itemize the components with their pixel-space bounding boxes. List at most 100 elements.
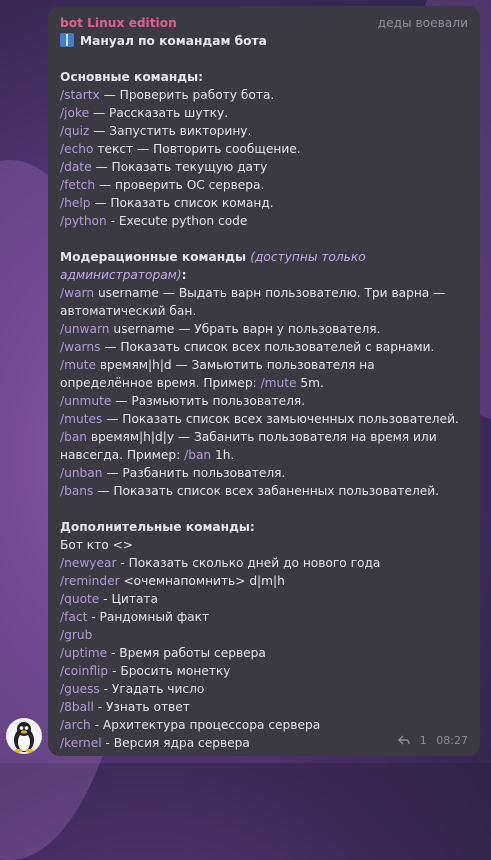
command-link[interactable]: /warns <box>60 340 100 354</box>
section-heading: Модерационные команды (доступны только а… <box>60 250 366 282</box>
command-description: — проверить ОС сервера. <box>95 178 265 192</box>
command-description: - Рандомный факт <box>87 610 210 624</box>
command-link[interactable]: /startx <box>60 88 100 102</box>
bot-avatar[interactable] <box>6 718 42 754</box>
command-line: /ban времям|h|d|y — Забанить пользовател… <box>60 428 468 464</box>
command-link[interactable]: /mute <box>60 358 96 372</box>
command-link[interactable]: /fetch <box>60 178 95 192</box>
command-description: — Показать список всех пользователей с в… <box>100 340 435 354</box>
command-link[interactable]: /date <box>60 160 92 174</box>
command-link[interactable]: /mutes <box>60 412 102 426</box>
command-link[interactable]: /mute <box>261 376 297 390</box>
command-line: /date — Показать текущую дату <box>60 158 468 176</box>
command-argument: времям|h|d <box>95 358 172 372</box>
command-line: /mutes — Показать список всех замьюченны… <box>60 410 468 428</box>
command-description: — Рассказать шутку. <box>89 106 229 120</box>
command-link[interactable]: /echo <box>60 142 94 156</box>
command-argument: времям|h|d|y <box>87 430 175 444</box>
command-description: — Повторить сообщение. <box>133 142 301 156</box>
command-link[interactable]: /arch <box>60 718 91 732</box>
command-line: /coinflip - Бросить монетку <box>60 662 468 680</box>
command-description: - Показать сколько дней до нового года <box>116 556 381 570</box>
message-footer: 1 08:27 <box>398 732 468 750</box>
command-link[interactable]: /newyear <box>60 556 117 570</box>
command-line: Бот кто <> <box>60 536 468 554</box>
command-line: /fact - Рандомный факт <box>60 608 468 626</box>
command-link[interactable]: /ban <box>184 448 211 462</box>
command-link[interactable]: /reminder <box>60 574 120 588</box>
sender-tag: деды воевали <box>377 16 468 30</box>
command-link[interactable]: /python <box>60 214 107 228</box>
command-description: 1h. <box>211 448 235 462</box>
section-heading-text: Основные команды: <box>60 70 204 84</box>
command-description: — Убрать варн у пользователя. <box>174 322 381 336</box>
command-description: - Цитата <box>99 592 158 606</box>
command-line: /echo текст — Повторить сообщение. <box>60 140 468 158</box>
command-link[interactable]: /quiz <box>60 124 89 138</box>
command-line: /fetch — проверить ОС сервера. <box>60 176 468 194</box>
command-line: /mute времям|h|d — Замьютить пользовател… <box>60 356 468 392</box>
command-description: - Угадать число <box>99 682 205 696</box>
command-link[interactable]: /unban <box>60 466 102 480</box>
command-line: /warns — Показать список всех пользовате… <box>60 338 468 356</box>
command-line: /uptime - Время работы сервера <box>60 644 468 662</box>
command-line: /newyear - Показать сколько дней до ново… <box>60 554 468 572</box>
command-link[interactable]: /unwarn <box>60 322 110 336</box>
command-description: — Показать список всех забаненных пользо… <box>93 484 440 498</box>
command-link[interactable]: /uptime <box>60 646 107 660</box>
command-link[interactable]: /grub <box>60 628 92 642</box>
book-icon <box>60 33 74 47</box>
command-description: - Время работы сервера <box>107 646 266 660</box>
command-line: /quiz — Запустить викторину. <box>60 122 468 140</box>
command-description: — Проверить работу бота. <box>99 88 275 102</box>
command-link[interactable]: /warn <box>60 286 94 300</box>
message-bubble[interactable]: bot Linux edition деды воевали Мануал по… <box>48 6 480 756</box>
command-link[interactable]: /8ball <box>60 700 94 714</box>
command-sections: Основные команды: /startx — Проверить раб… <box>60 68 468 752</box>
command-line: /warn username — Выдать варн пользовател… <box>60 284 468 320</box>
command-link[interactable]: /coinflip <box>60 664 108 678</box>
command-description: - Узнать ответ <box>93 700 190 714</box>
command-line: /python - Execute python code <box>60 212 468 230</box>
command-link[interactable]: /unmute <box>60 394 111 408</box>
command-link[interactable]: /ban <box>60 430 87 444</box>
reply-arrow-icon <box>398 735 410 745</box>
command-link[interactable]: /bans <box>60 484 93 498</box>
command-link[interactable]: /help <box>60 196 90 210</box>
command-line: /reminder <очемнапомнить> d|m|h <box>60 572 468 590</box>
command-line: /startx — Проверить работу бота. <box>60 86 468 104</box>
command-link[interactable]: /fact <box>60 610 87 624</box>
command-description: 5m. <box>296 376 324 390</box>
title-text: Мануал по командам бота <box>80 34 267 48</box>
section-heading-text: Дополнительные команды: <box>60 520 255 534</box>
command-description: Бот кто <> <box>60 538 134 552</box>
command-link[interactable]: /joke <box>60 106 89 120</box>
message-title: Мануал по командам бота <box>60 32 468 50</box>
command-link[interactable]: /kernel <box>60 736 102 750</box>
reply-count[interactable]: 1 <box>420 734 427 747</box>
section-heading: Дополнительные команды: <box>60 518 468 536</box>
message-header: bot Linux edition деды воевали <box>60 14 468 32</box>
command-line: /bans — Показать список всех забаненных … <box>60 482 468 500</box>
command-description: - Бросить монетку <box>108 664 231 678</box>
command-link[interactable]: /guess <box>60 682 100 696</box>
command-line: /joke — Рассказать шутку. <box>60 104 468 122</box>
section-heading: Основные команды: <box>60 68 468 86</box>
command-line: /unwarn username — Убрать варн у пользов… <box>60 320 468 338</box>
command-line: /unmute — Размьютить пользователя. <box>60 392 468 410</box>
command-argument: username <box>109 322 175 336</box>
command-description: — Размьютить пользователя. <box>111 394 306 408</box>
command-line: /quote - Цитата <box>60 590 468 608</box>
section-heading-text: Модерационные команды <box>60 250 246 264</box>
command-line: /help — Показать список команд. <box>60 194 468 212</box>
sender-name[interactable]: bot Linux edition <box>60 16 177 30</box>
command-link[interactable]: /quote <box>60 592 99 606</box>
command-argument: текст <box>93 142 134 156</box>
command-description: - Execute python code <box>106 214 248 228</box>
command-line: /grub <box>60 626 468 644</box>
command-description: — Разбанить пользователя. <box>102 466 286 480</box>
message-time: 08:27 <box>436 734 468 747</box>
command-description: — Запустить викторину. <box>89 124 252 138</box>
command-line: /8ball - Узнать ответ <box>60 698 468 716</box>
command-description: — Показать список всех замьюченных польз… <box>102 412 459 426</box>
